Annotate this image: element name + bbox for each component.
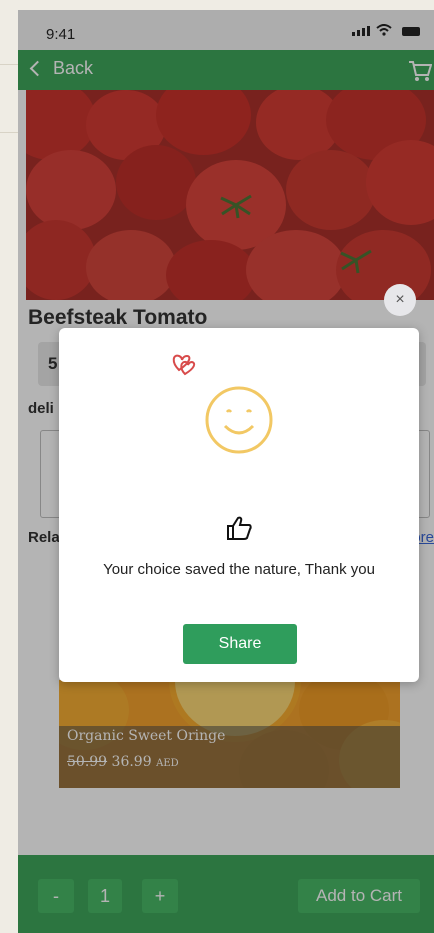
close-modal-button[interactable]: × [384,284,416,316]
share-button[interactable]: Share [183,624,297,664]
thank-you-message: Your choice saved the nature, Thank you [103,561,375,578]
thank-you-modal: Your choice saved the nature, Thank you … [59,328,419,682]
smile-icon [205,386,273,454]
hearts-icon [172,354,196,376]
thumbs-up-icon [227,516,252,540]
phone-screen: 9:41 Back Beefsteak Tomato 5 deli Rela o… [18,10,434,933]
